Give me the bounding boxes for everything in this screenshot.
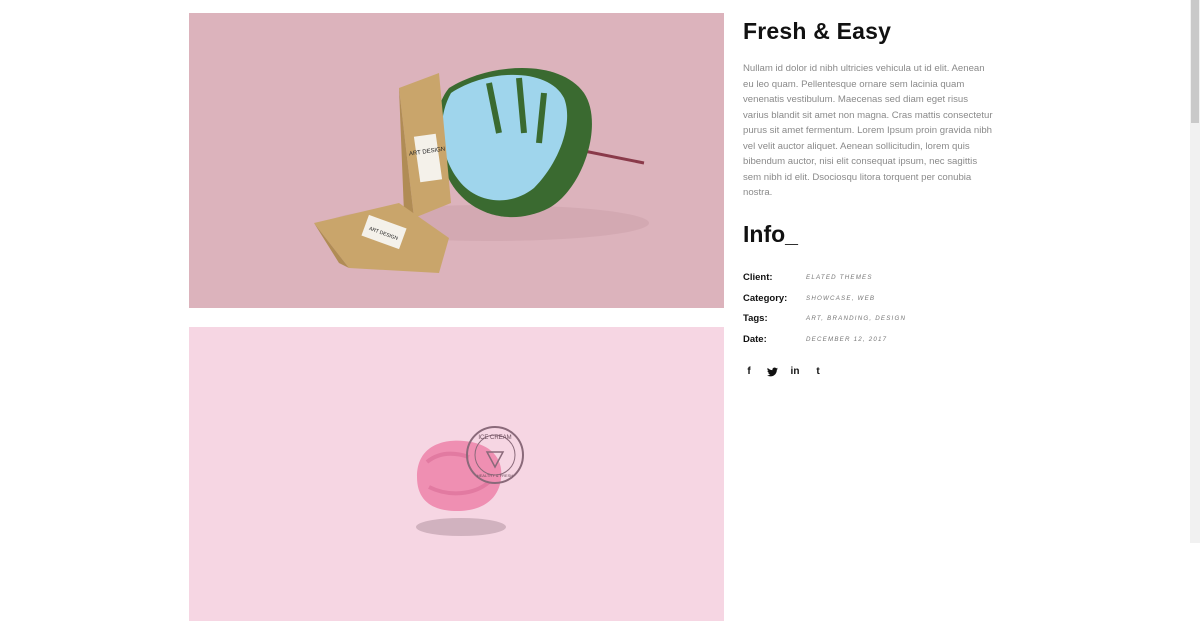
project-image-1: ART DESIGN ART DESIGN: [189, 13, 724, 308]
linkedin-icon[interactable]: in: [789, 366, 801, 378]
meta-label: Tags:: [743, 313, 768, 325]
project-description: Nullam id dolor id nibh ultricies vehicu…: [743, 63, 993, 198]
info-heading: Info_: [743, 220, 798, 247]
meta-value[interactable]: ART, BRANDING, DESIGN: [806, 315, 906, 322]
meta-label: Category:: [743, 292, 788, 304]
project-info-column: Fresh & Easy Nullam id dolor id nibh ult…: [743, 18, 995, 378]
info-meta-list: Client: ELATED THEMES Category: SHOWCASE…: [743, 268, 995, 350]
badge-bottom-text: HEALTHY & FRESH: [477, 473, 514, 478]
meta-row-tags: Tags: ART, BRANDING, DESIGN: [743, 309, 995, 330]
social-share-links: f in t: [743, 366, 995, 378]
badge-top-text: ICE CREAM: [478, 435, 511, 441]
meta-label: Client:: [743, 272, 773, 284]
ice-cream-illustration: ICE CREAM HEALTHY & FRESH: [189, 327, 724, 621]
project-image-2: ICE CREAM HEALTHY & FRESH: [189, 327, 724, 621]
meta-label: Date:: [743, 334, 767, 346]
twitter-icon[interactable]: [766, 366, 778, 378]
meta-value: DECEMBER 12, 2017: [806, 336, 888, 344]
meta-row-client: Client: ELATED THEMES: [743, 268, 995, 289]
meta-row-category: Category: SHOWCASE, WEB: [743, 288, 995, 309]
meta-value[interactable]: SHOWCASE, WEB: [806, 295, 875, 302]
tumblr-icon[interactable]: t: [812, 366, 824, 378]
pouch-and-leaf-illustration: ART DESIGN ART DESIGN: [189, 13, 724, 308]
meta-value: ELATED THEMES: [806, 274, 873, 282]
facebook-icon[interactable]: f: [743, 366, 755, 378]
meta-row-date: Date: DECEMBER 12, 2017: [743, 329, 995, 350]
scrollbar-track[interactable]: [1190, 0, 1200, 543]
scrollbar-thumb[interactable]: [1191, 0, 1199, 123]
project-title: Fresh & Easy: [743, 18, 892, 44]
